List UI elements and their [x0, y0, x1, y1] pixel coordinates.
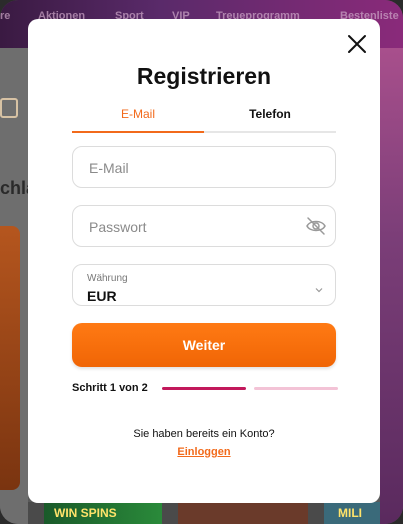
- currency-select[interactable]: Währung EUR: [72, 264, 336, 306]
- step-progress-active: [162, 387, 246, 390]
- background-left-panel: chla: [0, 48, 36, 524]
- tab-email[interactable]: E-Mail: [72, 107, 204, 121]
- continue-button[interactable]: Weiter: [72, 323, 336, 367]
- modal-title: Registrieren: [136, 63, 272, 89]
- login-link[interactable]: Einloggen: [28, 446, 380, 458]
- email-field[interactable]: [72, 146, 336, 189]
- currency-label: Währung: [87, 273, 128, 284]
- game-tile: [178, 502, 308, 524]
- step-indicator-text: Schritt 1 von 2: [72, 382, 148, 394]
- password-field[interactable]: [72, 205, 336, 248]
- chevron-down-icon: [315, 281, 323, 293]
- currency-value: EUR: [87, 288, 117, 304]
- background-game-card: [0, 226, 20, 490]
- background-game-tiles: WIN SPINS MILI: [28, 502, 380, 524]
- background-right-panel: [380, 48, 403, 524]
- step-progress-inactive: [254, 387, 338, 390]
- home-icon: [0, 98, 18, 118]
- game-tile-title: WIN SPINS: [54, 506, 117, 520]
- game-tile: WIN SPINS: [44, 502, 162, 524]
- password-input[interactable]: [87, 206, 291, 248]
- eye-off-icon[interactable]: [305, 216, 327, 236]
- tab-phone[interactable]: Telefon: [204, 107, 336, 121]
- close-icon[interactable]: [344, 31, 370, 57]
- email-input[interactable]: [87, 147, 291, 189]
- have-account-text: Sie haben bereits ein Konto?: [133, 428, 275, 440]
- active-tab-indicator: [72, 131, 204, 133]
- game-tile: MILI: [324, 502, 380, 524]
- nav-item: re: [0, 10, 11, 22]
- game-tile-title: MILI: [338, 506, 362, 520]
- tab-bar: E-Mail Telefon: [72, 103, 336, 133]
- registration-modal: Registrieren E-Mail Telefon Währung EUR …: [28, 19, 380, 503]
